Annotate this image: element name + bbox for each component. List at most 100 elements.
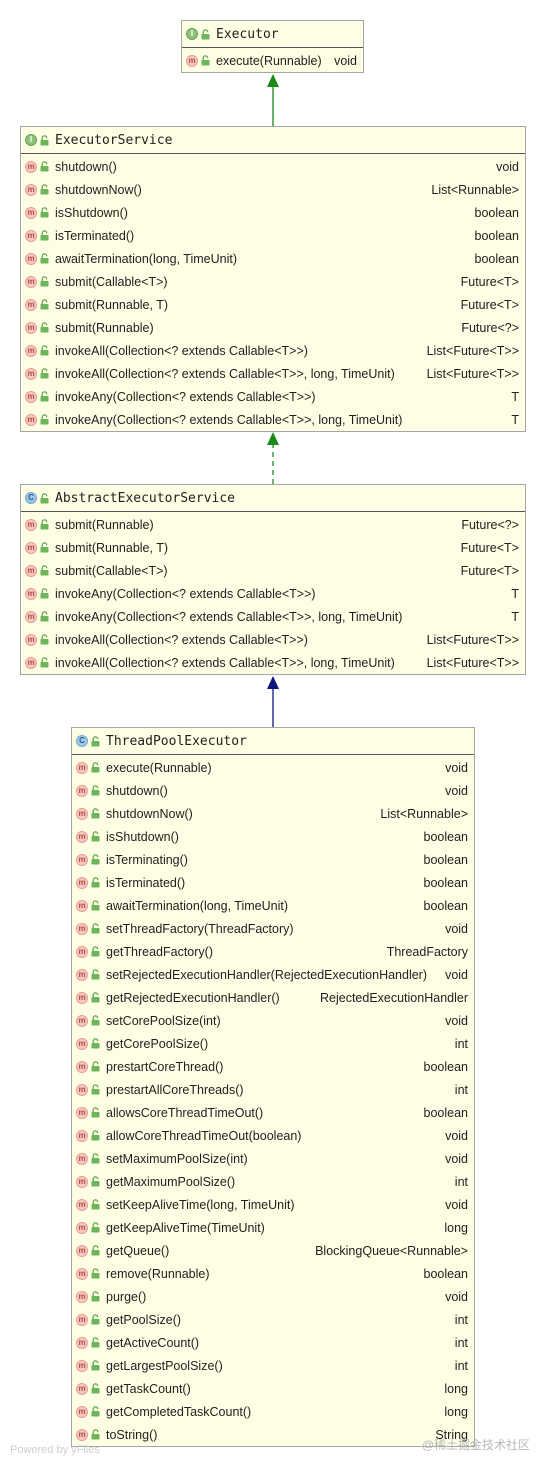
class-header: I ExecutorService xyxy=(21,127,525,154)
method-row[interactable]: m prestartCoreThread() boolean xyxy=(72,1055,474,1078)
method-list: m submit(Runnable) Future<?> m submit(Runnab… xyxy=(21,512,525,674)
method-row[interactable]: m invokeAll(Collection<? extends Callable… xyxy=(21,628,525,651)
method-row[interactable]: m getActiveCount() int xyxy=(72,1331,474,1354)
method-row[interactable]: m execute(Runnable) void xyxy=(72,756,474,779)
public-visibility-icon xyxy=(40,634,49,645)
method-row[interactable]: m submit(Callable<T>) Future<T> xyxy=(21,270,525,293)
method-row[interactable]: m invokeAny(Collection<? extends Callable… xyxy=(21,385,525,408)
method-row[interactable]: m awaitTermination(long, TimeUnit) boolean xyxy=(21,247,525,270)
method-row[interactable]: m submit(Runnable, T) Future<T> xyxy=(21,293,525,316)
method-signature: invokeAll(Collection<? extends Callable<… xyxy=(55,366,395,381)
public-visibility-icon xyxy=(40,276,49,287)
method-row[interactable]: m getPoolSize() int xyxy=(72,1308,474,1331)
method-row[interactable]: m shutdownNow() List<Runnable> xyxy=(21,178,525,201)
method-row[interactable]: m getLargestPoolSize() int xyxy=(72,1354,474,1377)
method-return-type: void xyxy=(445,1151,468,1166)
class-box-executor[interactable]: I Executor m execute(Runnable) void xyxy=(181,20,364,73)
method-icon: m xyxy=(25,321,37,334)
method-row[interactable]: m invokeAny(Collection<? extends Callable… xyxy=(21,408,525,431)
method-icon: m xyxy=(25,229,37,242)
watermark-label: @稀土掘金技术社区 xyxy=(421,1438,530,1452)
method-row[interactable]: m prestartAllCoreThreads() int xyxy=(72,1078,474,1101)
method-icon: m xyxy=(25,344,37,357)
method-signature: prestartAllCoreThreads() xyxy=(106,1082,244,1097)
method-row[interactable]: m setRejectedExecutionHandler(RejectedExe… xyxy=(72,963,474,986)
method-row[interactable]: m setKeepAliveTime(long, TimeUnit) void xyxy=(72,1193,474,1216)
method-signature: submit(Callable<T>) xyxy=(55,274,168,289)
method-return-type: int xyxy=(454,1082,468,1097)
method-signature: getTaskCount() xyxy=(106,1381,191,1396)
method-signature: shutdown() xyxy=(106,783,168,798)
method-row[interactable]: m isTerminated() boolean xyxy=(72,871,474,894)
class-box-executorservice[interactable]: I ExecutorService m shutdown() void m shutdow… xyxy=(20,126,526,432)
method-row[interactable]: m toString() String xyxy=(72,1423,474,1446)
method-row[interactable]: m getQueue() BlockingQueue<Runnable> xyxy=(72,1239,474,1262)
method-row[interactable]: m setThreadFactory(ThreadFactory) void xyxy=(72,917,474,940)
method-row[interactable]: m isShutdown() boolean xyxy=(72,825,474,848)
method-row[interactable]: m getMaximumPoolSize() int xyxy=(72,1170,474,1193)
method-row[interactable]: m isShutdown() boolean xyxy=(21,201,525,224)
method-signature: remove(Runnable) xyxy=(106,1266,210,1281)
method-row[interactable]: m awaitTermination(long, TimeUnit) boolean xyxy=(72,894,474,917)
method-row[interactable]: m purge() void xyxy=(72,1285,474,1308)
method-row[interactable]: m invokeAny(Collection<? extends Callable… xyxy=(21,582,525,605)
method-row[interactable]: m isTerminating() boolean xyxy=(72,848,474,871)
method-row[interactable]: m getKeepAliveTime(TimeUnit) long xyxy=(72,1216,474,1239)
public-visibility-icon xyxy=(201,28,210,40)
method-list: m execute(Runnable) void m shutdown() void m sh… xyxy=(72,755,474,1446)
public-visibility-icon xyxy=(40,414,49,425)
method-icon: m xyxy=(76,761,88,774)
method-icon: m xyxy=(76,1083,88,1096)
method-return-type: Future<T> xyxy=(460,540,519,555)
public-visibility-icon xyxy=(40,322,49,333)
method-signature: getCompletedTaskCount() xyxy=(106,1404,252,1419)
method-row[interactable]: m getRejectedExecutionHandler() RejectedEx… xyxy=(72,986,474,1009)
method-return-type: void xyxy=(445,1128,468,1143)
method-icon: m xyxy=(76,784,88,797)
method-row[interactable]: m allowsCoreThreadTimeOut() boolean xyxy=(72,1101,474,1124)
method-return-type: void xyxy=(445,1289,468,1304)
method-row[interactable]: m getCorePoolSize() int xyxy=(72,1032,474,1055)
method-row[interactable]: m setCorePoolSize(int) void xyxy=(72,1009,474,1032)
method-row[interactable]: m execute(Runnable) void xyxy=(182,49,363,72)
method-row[interactable]: m submit(Runnable) Future<?> xyxy=(21,513,525,536)
method-row[interactable]: m setMaximumPoolSize(int) void xyxy=(72,1147,474,1170)
method-row[interactable]: m allowCoreThreadTimeOut(boolean) void xyxy=(72,1124,474,1147)
method-return-type: void xyxy=(445,760,468,775)
method-return-type: int xyxy=(454,1312,468,1327)
method-signature: getThreadFactory() xyxy=(106,944,213,959)
method-signature: isShutdown() xyxy=(55,205,128,220)
public-visibility-icon xyxy=(91,1130,100,1141)
method-return-type: boolean xyxy=(423,898,469,913)
method-row[interactable]: m shutdownNow() List<Runnable> xyxy=(72,802,474,825)
method-return-type: List<Future<T>> xyxy=(426,655,519,670)
method-return-type: List<Future<T>> xyxy=(426,343,519,358)
method-signature: invokeAny(Collection<? extends Callable<… xyxy=(55,412,403,427)
method-row[interactable]: m submit(Runnable) Future<?> xyxy=(21,316,525,339)
method-row[interactable]: m shutdown() void xyxy=(21,155,525,178)
method-row[interactable]: m isTerminated() boolean xyxy=(21,224,525,247)
class-box-abstractexecutorservice[interactable]: C AbstractExecutorService m submit(Runnabl… xyxy=(20,484,526,675)
method-row[interactable]: m shutdown() void xyxy=(72,779,474,802)
method-row[interactable]: m getThreadFactory() ThreadFactory xyxy=(72,940,474,963)
method-icon: m xyxy=(76,1152,88,1165)
method-signature: submit(Runnable) xyxy=(55,517,154,532)
method-signature: prestartCoreThread() xyxy=(106,1059,224,1074)
method-signature: awaitTermination(long, TimeUnit) xyxy=(106,898,289,913)
method-signature: invokeAny(Collection<? extends Callable<… xyxy=(55,389,316,404)
method-row[interactable]: m invokeAny(Collection<? extends Callable… xyxy=(21,605,525,628)
public-visibility-icon xyxy=(40,134,49,146)
method-return-type: T xyxy=(511,586,519,601)
method-return-type: RejectedExecutionHandler xyxy=(319,990,468,1005)
method-row[interactable]: m invokeAll(Collection<? extends Callable… xyxy=(21,651,525,674)
method-return-type: void xyxy=(445,783,468,798)
method-row[interactable]: m submit(Runnable, T) Future<T> xyxy=(21,536,525,559)
method-row[interactable]: m remove(Runnable) boolean xyxy=(72,1262,474,1285)
method-row[interactable]: m getTaskCount() long xyxy=(72,1377,474,1400)
class-box-threadpoolexecutor[interactable]: C ThreadPoolExecutor m execute(Runnable) vo… xyxy=(71,727,475,1447)
method-row[interactable]: m invokeAll(Collection<? extends Callable… xyxy=(21,362,525,385)
method-row[interactable]: m invokeAll(Collection<? extends Callable… xyxy=(21,339,525,362)
method-row[interactable]: m getCompletedTaskCount() long xyxy=(72,1400,474,1423)
method-row[interactable]: m submit(Callable<T>) Future<T> xyxy=(21,559,525,582)
method-return-type: Future<T> xyxy=(460,274,519,289)
